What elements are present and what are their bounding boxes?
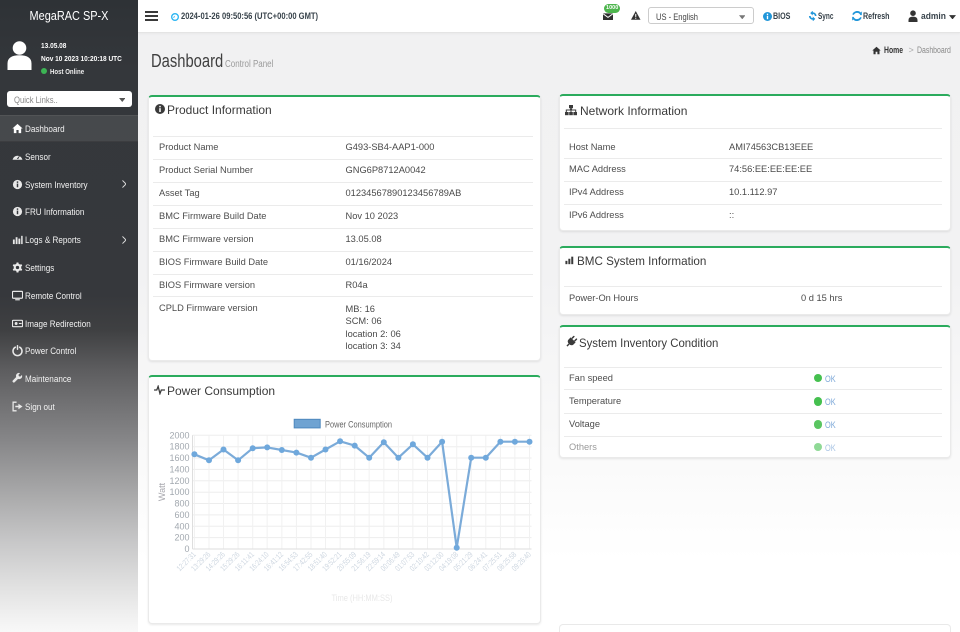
svg-text:2000: 2000 <box>169 430 189 440</box>
svg-text:1400: 1400 <box>169 464 189 474</box>
svg-text:1800: 1800 <box>169 442 189 452</box>
svg-text:Watt: Watt <box>157 482 167 501</box>
svg-text:400: 400 <box>174 521 189 531</box>
svg-text:600: 600 <box>174 510 189 520</box>
svg-text:200: 200 <box>174 533 189 543</box>
svg-text:800: 800 <box>174 499 189 509</box>
svg-text:1600: 1600 <box>169 453 189 463</box>
svg-text:1000: 1000 <box>169 487 189 497</box>
svg-text:1200: 1200 <box>169 476 189 486</box>
svg-text:Time (HH:MM:SS): Time (HH:MM:SS) <box>331 593 392 603</box>
svg-text:Power Consumption: Power Consumption <box>325 419 392 429</box>
